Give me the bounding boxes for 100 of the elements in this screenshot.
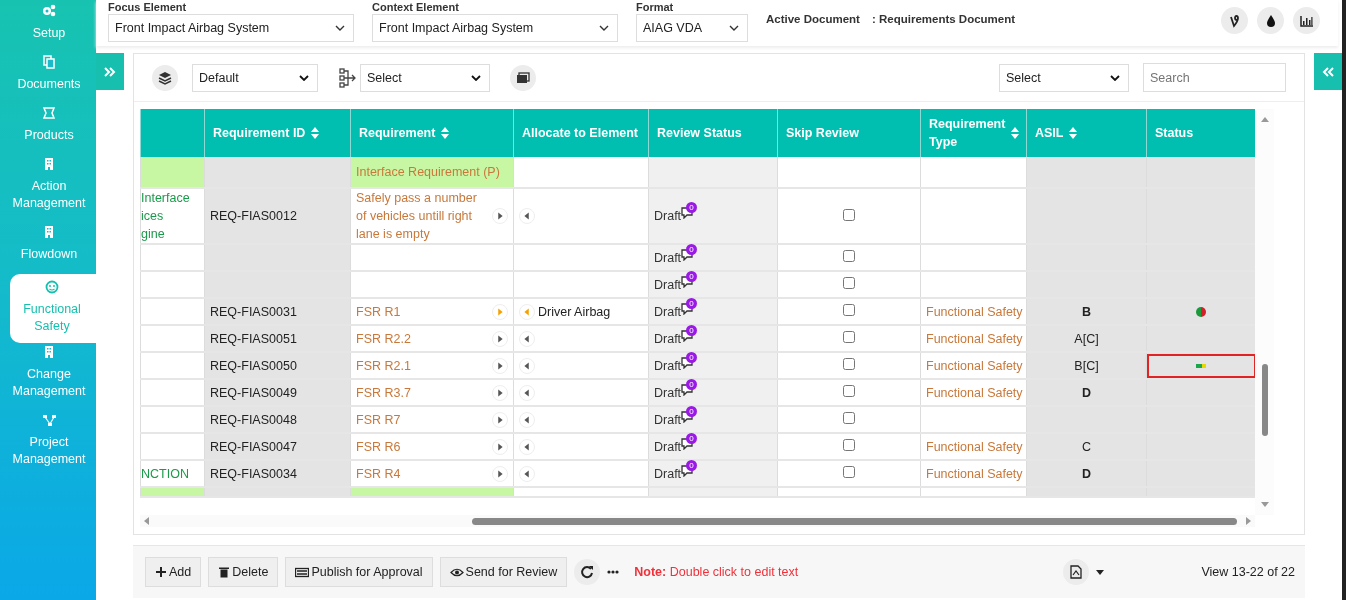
images-button[interactable] xyxy=(510,64,536,91)
skip-review-checkbox[interactable] xyxy=(843,304,855,316)
requirement-id: REQ-FIAS0049 xyxy=(210,385,297,400)
chevron-down-icon xyxy=(1110,74,1120,81)
dropdown[interactable]: AIAG VDA xyxy=(636,14,748,42)
comment-count-badge: 0 xyxy=(686,324,698,336)
refresh-button[interactable] xyxy=(574,559,601,585)
skip-review-checkbox[interactable] xyxy=(843,412,855,424)
horizontal-scrollbar[interactable] xyxy=(140,515,1255,527)
requirement-text: Interface Requirement (P) xyxy=(356,164,500,181)
export-button[interactable] xyxy=(1063,559,1090,585)
sort-icon xyxy=(311,127,320,139)
column-header: Allocate to Element xyxy=(513,109,649,157)
comment-count-badge: 0 xyxy=(686,270,698,282)
active-document-label: Active Document xyxy=(766,13,860,25)
requirement-id: REQ-FIAS0031 xyxy=(210,304,297,319)
review-status: Draft xyxy=(654,439,682,454)
hierarchy-icon[interactable] xyxy=(338,67,358,88)
review-status: Draft xyxy=(654,358,682,373)
asil-level: B xyxy=(1082,304,1091,319)
expand-arrow-button[interactable] xyxy=(492,465,508,482)
copy-icon xyxy=(42,55,56,69)
building-icon xyxy=(42,225,56,239)
dropdown[interactable]: Front Impact Airbag System xyxy=(108,14,354,42)
collapse-arrow-button[interactable] xyxy=(519,465,535,482)
requirement-id: REQ-FIAS0012 xyxy=(210,209,297,223)
expand-arrow-button[interactable] xyxy=(492,384,508,401)
column-header: Skip Review xyxy=(777,109,921,157)
face-icon xyxy=(45,280,59,294)
collapse-arrow-button[interactable] xyxy=(519,384,535,401)
note-text: Note: Double click to edit text xyxy=(634,565,799,579)
skip-review-checkbox[interactable] xyxy=(843,331,855,343)
field-label: Context Element xyxy=(372,1,460,14)
requirement-text: FSR R6 xyxy=(356,438,401,456)
column-header: Requirement ID xyxy=(204,109,351,157)
search-field[interactable]: Search xyxy=(1143,63,1286,92)
building-icon xyxy=(42,345,56,359)
dropdown[interactable]: Select xyxy=(360,63,490,92)
sort-icon xyxy=(1069,127,1078,139)
images-icon xyxy=(515,69,531,86)
asil-level: A[C] xyxy=(1074,331,1099,346)
requirement-type: Functional Safety xyxy=(926,304,1023,319)
asil-level: B[C] xyxy=(1074,358,1099,373)
comment-count-badge: 0 xyxy=(686,405,698,417)
comment-count-badge: 0 xyxy=(686,432,698,444)
nodes-icon xyxy=(42,413,56,427)
requirement-text: FSR R2.1 xyxy=(356,357,411,375)
expand-arrow-button[interactable] xyxy=(492,411,508,428)
dropdown[interactable]: Front Impact Airbag System xyxy=(372,14,618,42)
sort-icon xyxy=(441,127,450,139)
expand-arrow-button[interactable] xyxy=(492,438,508,455)
double-chevron-right-icon xyxy=(104,66,116,77)
column-header: Review Status xyxy=(648,109,778,157)
down-arrow-icon xyxy=(1260,502,1269,507)
dropdown[interactable]: Default xyxy=(192,63,318,92)
plus-icon xyxy=(155,565,167,579)
chevron-down-icon xyxy=(299,74,309,81)
column-header: Status xyxy=(1146,109,1255,157)
asil-level: C xyxy=(1082,439,1091,454)
left-arrow-icon xyxy=(144,517,149,525)
requirement-id: REQ-FIAS0034 xyxy=(210,466,297,481)
trash-icon xyxy=(218,565,231,579)
requirement-text: FSR R3.7 xyxy=(356,384,411,402)
collapse-arrow-button[interactable] xyxy=(519,357,535,374)
ellipsis-icon[interactable] xyxy=(607,570,620,574)
skip-review-checkbox[interactable] xyxy=(843,250,855,262)
toolbar-button[interactable]: Delete xyxy=(208,557,279,587)
expand-arrow-button[interactable] xyxy=(492,208,508,224)
collapse-arrow-button[interactable] xyxy=(519,411,535,428)
dropdown[interactable]: Select xyxy=(999,63,1129,92)
collapse-arrow-button[interactable] xyxy=(519,438,535,455)
column-header: Requirement Type xyxy=(920,109,1027,157)
skip-review-checkbox[interactable] xyxy=(843,358,855,370)
requirement-id: REQ-FIAS0048 xyxy=(210,412,297,427)
skip-review-checkbox[interactable] xyxy=(843,277,855,289)
collapse-arrow-button[interactable] xyxy=(519,330,535,347)
review-status: Draft xyxy=(654,304,682,319)
toolbar-button[interactable]: Send for Review xyxy=(439,557,568,587)
skip-review-checkbox[interactable] xyxy=(843,466,855,478)
expand-arrow-button[interactable] xyxy=(492,330,508,347)
sort-icon xyxy=(1011,127,1020,139)
asil-level: D xyxy=(1082,385,1091,400)
toolbar-button[interactable]: Add xyxy=(145,557,202,587)
expand-arrow-button[interactable] xyxy=(492,357,508,374)
active-document-name: : Requirements Document xyxy=(871,13,1016,25)
caret-icon[interactable] xyxy=(1096,569,1105,575)
layers-button[interactable] xyxy=(152,64,178,91)
chevron-down-icon xyxy=(729,25,739,31)
skip-review-checkbox[interactable] xyxy=(843,385,855,397)
toolbar-button[interactable]: Publish for Approval xyxy=(285,557,433,587)
chevron-down-icon xyxy=(471,74,481,81)
requirement-type: Functional Safety xyxy=(926,439,1023,454)
requirement-type: Functional Safety xyxy=(926,358,1023,373)
skip-review-checkbox[interactable] xyxy=(843,208,855,221)
asil-level: D xyxy=(1082,466,1091,481)
requirement-id: REQ-FIAS0047 xyxy=(210,439,297,454)
review-status: Draft xyxy=(654,250,682,265)
collapse-arrow-button[interactable] xyxy=(519,208,535,224)
layers-icon xyxy=(157,69,173,86)
skip-review-checkbox[interactable] xyxy=(843,439,855,451)
